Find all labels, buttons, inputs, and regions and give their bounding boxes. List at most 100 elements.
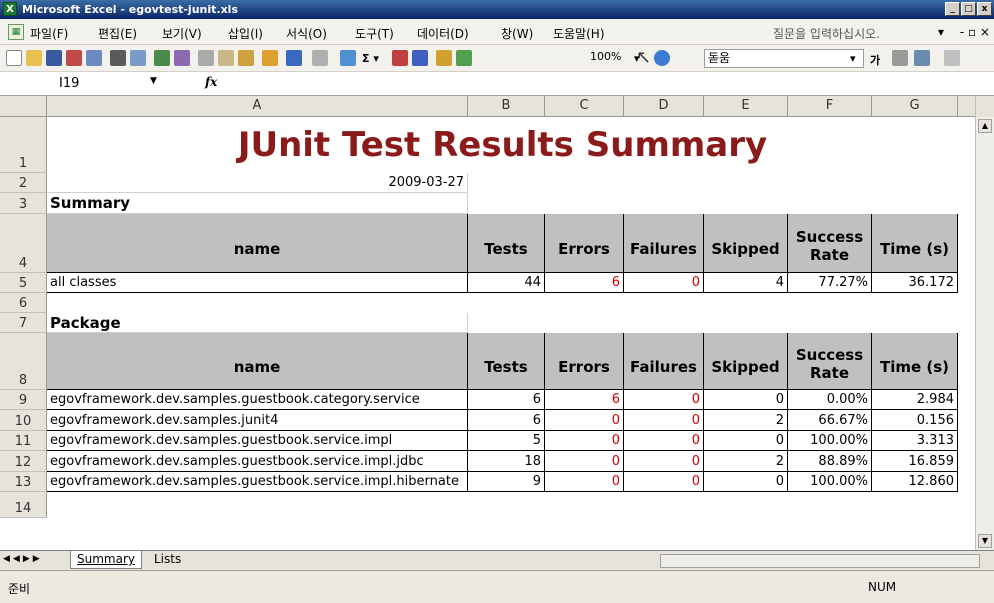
summary-header-failures[interactable]: Failures [624, 214, 704, 273]
autosum-icon[interactable]: Σ ▾ [362, 52, 379, 65]
font-select[interactable]: 돋움 [704, 49, 864, 68]
column-header-f[interactable]: F [788, 96, 872, 117]
package-skipped-cell[interactable]: 0 [704, 390, 788, 410]
package-header-success[interactable]: Success Rate [788, 333, 872, 390]
package-header-name[interactable]: name [47, 333, 468, 390]
borders-icon[interactable] [944, 50, 960, 66]
menu-file[interactable]: 파일(F) [30, 25, 68, 42]
package-errors-cell[interactable]: 6 [545, 390, 624, 410]
row-header[interactable]: 5 [0, 273, 47, 293]
insert-function-icon[interactable]: fx [205, 75, 217, 89]
column-header-g[interactable]: G [872, 96, 958, 117]
package-header-tests[interactable]: Tests [468, 333, 545, 390]
worksheet-grid[interactable]: A B C D E F G 1 2 3 4 5 6 7 8 9 10 11 12… [0, 96, 975, 550]
column-header-b[interactable]: B [468, 96, 545, 117]
package-header-errors[interactable]: Errors [545, 333, 624, 390]
row-header[interactable]: 11 [0, 431, 47, 451]
permission-icon[interactable] [66, 50, 82, 66]
align-center-icon[interactable] [892, 50, 908, 66]
close-button[interactable]: x [977, 2, 992, 16]
row-header[interactable]: 4 [0, 214, 47, 273]
new-icon[interactable] [6, 50, 22, 66]
package-errors-cell[interactable]: 0 [545, 410, 624, 431]
package-name-cell[interactable]: egovframework.dev.samples.guestbook.serv… [47, 472, 468, 492]
package-name-cell[interactable]: egovframework.dev.samples.guestbook.serv… [47, 431, 468, 451]
package-errors-cell[interactable]: 0 [545, 472, 624, 492]
name-box-dropdown-icon[interactable]: ▼ [150, 76, 157, 86]
row-header[interactable]: 14 [0, 492, 47, 518]
paste-icon[interactable] [238, 50, 254, 66]
package-tests-cell[interactable]: 9 [468, 472, 545, 492]
package-name-cell[interactable]: egovframework.dev.samples.guestbook.cate… [47, 390, 468, 410]
workbook-icon[interactable]: ▦ [8, 24, 24, 40]
spelling-icon[interactable] [154, 50, 170, 66]
format-painter-icon[interactable] [262, 50, 278, 66]
menu-insert[interactable]: 삽입(I) [228, 25, 263, 42]
row-header[interactable]: 8 [0, 333, 47, 390]
package-success-cell[interactable]: 88.89% [788, 451, 872, 472]
cut-icon[interactable] [198, 50, 214, 66]
column-header-a[interactable]: A [47, 96, 468, 117]
help-icon[interactable] [654, 50, 670, 66]
package-failures-cell[interactable]: 0 [624, 451, 704, 472]
sort-descending-icon[interactable] [412, 50, 428, 66]
vertical-scrollbar[interactable]: ▲ ▼ [975, 117, 994, 550]
summary-header-time[interactable]: Time (s) [872, 214, 958, 273]
font-dropdown-icon[interactable]: ▾ [850, 52, 856, 65]
menu-data[interactable]: 데이터(D) [417, 25, 469, 42]
sort-ascending-icon[interactable] [392, 50, 408, 66]
row-header[interactable]: 7 [0, 313, 47, 333]
summary-time-cell[interactable]: 36.172 [872, 273, 958, 293]
open-icon[interactable] [26, 50, 42, 66]
summary-skipped-cell[interactable]: 4 [704, 273, 788, 293]
print-preview-icon[interactable] [130, 50, 146, 66]
package-failures-cell[interactable]: 0 [624, 410, 704, 431]
tab-navigation-icon[interactable]: ◀◀▶▶ [3, 554, 43, 564]
package-failures-cell[interactable]: 0 [624, 472, 704, 492]
summary-header-skipped[interactable]: Skipped [704, 214, 788, 273]
workbook-window-controls[interactable]: - ▫ × [960, 25, 990, 39]
menu-window[interactable]: 창(W) [501, 25, 533, 42]
package-time-cell[interactable]: 0.156 [872, 410, 958, 431]
ask-question-box[interactable]: 질문을 입력하십시오. [773, 25, 907, 42]
package-tests-cell[interactable]: 6 [468, 410, 545, 431]
minimize-button[interactable]: _ [945, 2, 960, 16]
summary-header-success[interactable]: Success Rate [788, 214, 872, 273]
name-box[interactable]: I19 [2, 74, 158, 94]
split-box[interactable] [975, 96, 994, 117]
summary-tests-cell[interactable]: 44 [468, 273, 545, 293]
row-header[interactable]: 1 [0, 117, 47, 173]
package-header-time[interactable]: Time (s) [872, 333, 958, 390]
print-icon[interactable] [110, 50, 126, 66]
package-time-cell[interactable]: 16.859 [872, 451, 958, 472]
package-tests-cell[interactable]: 6 [468, 390, 545, 410]
column-header-c[interactable]: C [545, 96, 624, 117]
package-skipped-cell[interactable]: 0 [704, 472, 788, 492]
font-size-button[interactable]: 가 [870, 52, 880, 68]
hyperlink-icon[interactable] [340, 50, 356, 66]
redo-icon[interactable] [312, 50, 328, 66]
ask-dropdown-icon[interactable]: ▾ [938, 25, 944, 39]
scroll-up-icon[interactable]: ▲ [978, 119, 992, 133]
package-time-cell[interactable]: 3.313 [872, 431, 958, 451]
package-header-failures[interactable]: Failures [624, 333, 704, 390]
summary-header-tests[interactable]: Tests [468, 214, 545, 273]
package-time-cell[interactable]: 2.984 [872, 390, 958, 410]
package-skipped-cell[interactable]: 2 [704, 410, 788, 431]
column-header-h[interactable] [958, 96, 975, 117]
save-icon[interactable] [46, 50, 62, 66]
package-header-skipped[interactable]: Skipped [704, 333, 788, 390]
report-date[interactable]: 2009-03-27 [47, 173, 468, 193]
summary-success-cell[interactable]: 77.27% [788, 273, 872, 293]
summary-errors-cell[interactable]: 6 [545, 273, 624, 293]
chart-wizard-icon[interactable] [436, 50, 452, 66]
tab-lists[interactable]: Lists [148, 551, 187, 569]
package-skipped-cell[interactable]: 0 [704, 431, 788, 451]
report-title[interactable]: JUnit Test Results Summary [47, 117, 958, 173]
package-section-label[interactable]: Package [47, 313, 468, 333]
package-failures-cell[interactable]: 0 [624, 390, 704, 410]
package-failures-cell[interactable]: 0 [624, 431, 704, 451]
summary-failures-cell[interactable]: 0 [624, 273, 704, 293]
package-name-cell[interactable]: egovframework.dev.samples.junit4 [47, 410, 468, 431]
row-header[interactable]: 6 [0, 293, 47, 313]
